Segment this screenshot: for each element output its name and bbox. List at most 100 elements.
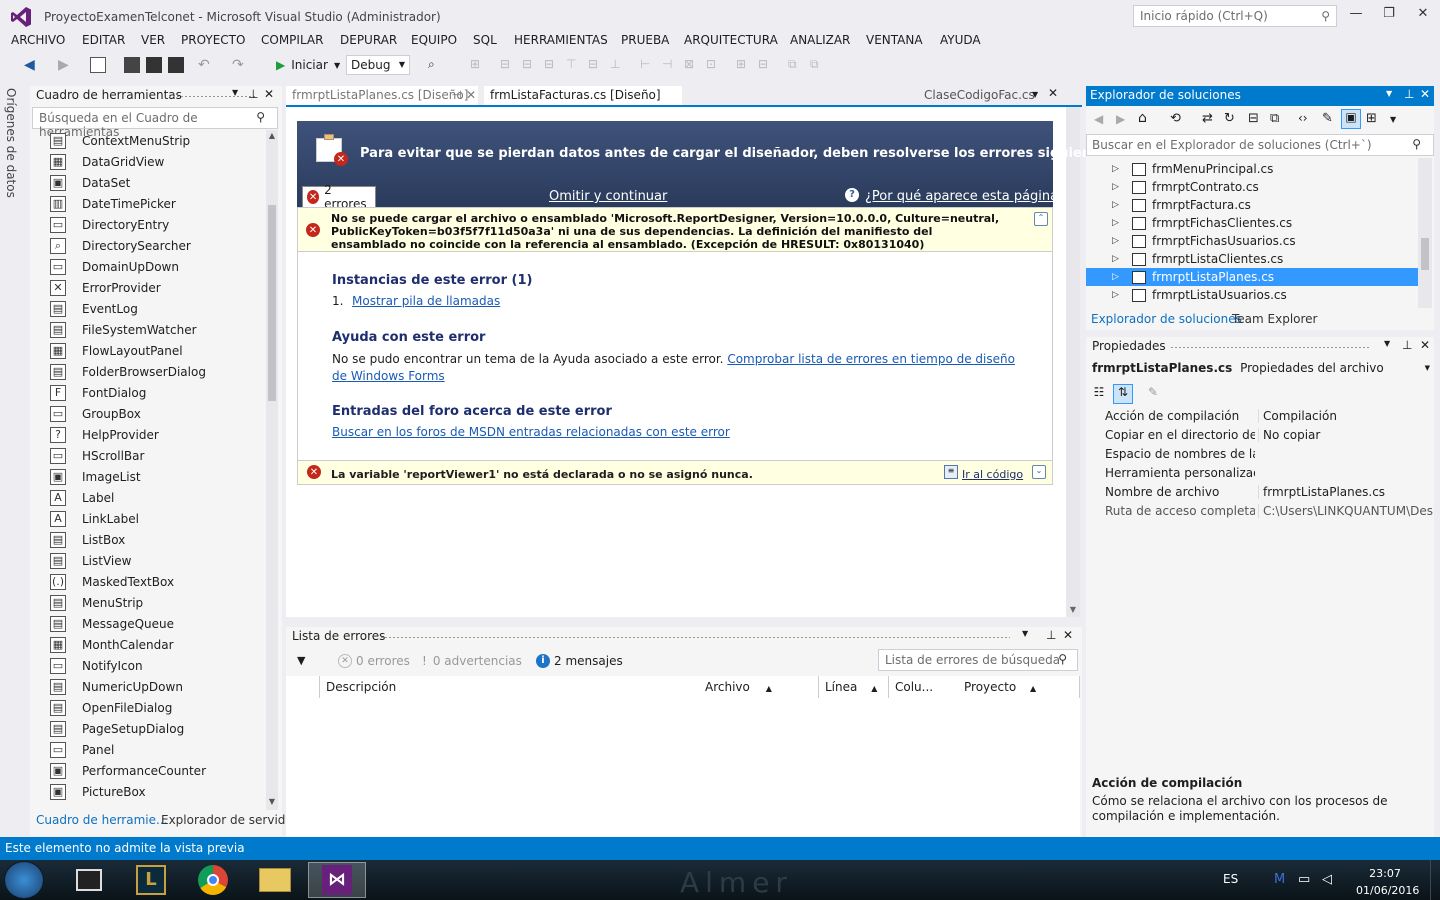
expand-arrow-icon[interactable]: ▷ bbox=[1112, 218, 1122, 228]
show-callstack-link[interactable]: Mostrar pila de llamadas bbox=[352, 294, 500, 308]
tab-server-explorer[interactable]: Explorador de servid... bbox=[161, 813, 297, 827]
toolbox-item[interactable]: ▤ MessageQueue bbox=[50, 613, 260, 634]
input-language[interactable]: ES bbox=[1223, 872, 1238, 886]
property-row[interactable]: Nombre de archivo frmrptListaPlanes.cs bbox=[1090, 485, 1434, 504]
solution-item[interactable]: ▷ frmrptContrato.cs bbox=[1086, 178, 1418, 196]
malwarebytes-icon[interactable]: M bbox=[1274, 872, 1285, 887]
solution-item[interactable]: ▷ frmrptFactura.cs bbox=[1086, 196, 1418, 214]
back-icon[interactable]: ◀ bbox=[1094, 112, 1103, 126]
open-file-icon[interactable] bbox=[124, 57, 140, 73]
solution-config-select[interactable]: Debug ▼ bbox=[346, 55, 410, 75]
chevron-down-icon[interactable]: ▼ bbox=[1390, 115, 1396, 124]
close-icon[interactable]: ✕ bbox=[1048, 86, 1058, 100]
pin-icon[interactable]: ⊥ bbox=[1404, 87, 1414, 101]
chevron-down-icon[interactable]: ▼ bbox=[1384, 339, 1390, 348]
toolbox-item[interactable]: ▤ FileSystemWatcher bbox=[50, 319, 260, 340]
property-row[interactable]: Acción de compilación Compilación bbox=[1090, 409, 1434, 428]
toolbox-item[interactable]: F FontDialog bbox=[50, 382, 260, 403]
toolbox-item[interactable]: ▣ PerformanceCounter bbox=[50, 760, 260, 781]
tab-toolbox[interactable]: Cuadro de herramie... bbox=[36, 813, 167, 827]
expand-arrow-icon[interactable]: ▷ bbox=[1112, 236, 1122, 246]
solution-item[interactable]: ▷ frmrptFichasUsuarios.cs bbox=[1086, 232, 1418, 250]
menu-ayuda[interactable]: AYUDA bbox=[940, 33, 981, 47]
home-icon[interactable]: ⌂ bbox=[1138, 110, 1147, 126]
solution-item[interactable]: ▷ frmrptFichasClientes.cs bbox=[1086, 214, 1418, 232]
collapse-all-icon[interactable]: ⊟ bbox=[1248, 111, 1259, 126]
chevron-down-icon[interactable]: ▼ bbox=[232, 88, 238, 97]
warnings-filter[interactable]: ! 0 advertencias bbox=[422, 654, 522, 668]
toolbox-item[interactable]: ▤ ContextMenuStrip bbox=[50, 130, 260, 151]
collapse-icon[interactable]: ⌃ bbox=[1034, 212, 1048, 226]
toolbox-item[interactable]: ▤ MenuStrip bbox=[50, 592, 260, 613]
toolbox-item[interactable]: ▦ MonthCalendar bbox=[50, 634, 260, 655]
menu-prueba[interactable]: PRUEBA bbox=[621, 33, 669, 47]
property-row[interactable]: Herramienta personalizada bbox=[1090, 466, 1434, 485]
toolbox-item[interactable]: ▭ NotifyIcon bbox=[50, 655, 260, 676]
toolbox-item[interactable]: ▤ PageSetupDialog bbox=[50, 718, 260, 739]
expand-arrow-icon[interactable]: ▷ bbox=[1112, 200, 1122, 210]
menu-editar[interactable]: EDITAR bbox=[82, 33, 125, 47]
toolbox-item[interactable]: ▭ HScrollBar bbox=[50, 445, 260, 466]
toolbox-item[interactable]: ▤ OpenFileDialog bbox=[50, 697, 260, 718]
column-description[interactable]: Descripción bbox=[320, 676, 700, 698]
network-icon[interactable]: ▭ bbox=[1298, 872, 1310, 887]
start-button[interactable] bbox=[4, 861, 44, 899]
menu-proyecto[interactable]: PROYECTO bbox=[181, 33, 245, 47]
save-icon[interactable] bbox=[146, 57, 162, 73]
menu-equipo[interactable]: EQUIPO bbox=[411, 33, 457, 47]
taskbar-visualstudio-app[interactable]: ⋈ bbox=[308, 862, 366, 898]
minimize-button[interactable]: — bbox=[1345, 6, 1367, 24]
pending-changes-icon[interactable]: ⟲ bbox=[1170, 111, 1181, 126]
find-icon[interactable]: ⌕ bbox=[428, 57, 444, 73]
why-page-link[interactable]: ¿Por qué aparece esta página? bbox=[865, 189, 1065, 204]
column-project[interactable]: Proyecto ▲ bbox=[958, 676, 1080, 698]
solution-scroll-thumb[interactable] bbox=[1421, 238, 1429, 270]
toolbox-item[interactable]: ▦ FlowLayoutPanel bbox=[50, 340, 260, 361]
quick-launch-input[interactable]: Inicio rápido (Ctrl+Q) ⚲ bbox=[1133, 5, 1337, 27]
pin-icon[interactable]: ⊣ bbox=[452, 88, 462, 102]
toolbox-item[interactable]: ▤ EventLog bbox=[50, 298, 260, 319]
toolbox-item[interactable]: ▤ NumericUpDown bbox=[50, 676, 260, 697]
sync-icon[interactable]: ⇄ bbox=[1202, 111, 1213, 126]
filter-icon[interactable]: ▼ bbox=[297, 654, 305, 667]
restore-button[interactable]: ❐ bbox=[1378, 6, 1400, 24]
messages-filter[interactable]: i 2 mensajes bbox=[536, 654, 623, 668]
properties-icon[interactable]: ✎ bbox=[1322, 111, 1333, 126]
save-all-icon[interactable] bbox=[168, 57, 184, 73]
toolbox-item[interactable]: ▭ Panel bbox=[50, 739, 260, 760]
tab-frmlistafacturas[interactable]: frmListaFacturas.cs [Diseño] bbox=[484, 86, 682, 106]
toolbox-item[interactable]: ▭ DirectoryEntry bbox=[50, 214, 260, 235]
menu-sql[interactable]: SQL bbox=[473, 33, 497, 47]
chevron-down-icon[interactable]: ▼ bbox=[1386, 89, 1392, 98]
close-icon[interactable]: ✕ bbox=[1063, 628, 1073, 642]
toolbox-item[interactable]: ? HelpProvider bbox=[50, 424, 260, 445]
back-icon[interactable]: ◀ bbox=[24, 57, 40, 73]
taskbar-chrome-app[interactable] bbox=[184, 862, 242, 898]
scroll-down-icon[interactable]: ▼ bbox=[266, 797, 278, 806]
solution-item[interactable]: ▷ frmrptListaClientes.cs bbox=[1086, 250, 1418, 268]
property-pages-icon[interactable]: ✎ bbox=[1144, 385, 1162, 403]
menu-archivo[interactable]: ARCHIVO bbox=[11, 33, 65, 47]
error-list-search[interactable]: Lista de errores de búsqueda ⚲ bbox=[878, 649, 1078, 671]
solution-item[interactable]: ▷ frmrptListaPlanes.cs bbox=[1086, 268, 1418, 286]
menu-ver[interactable]: VER bbox=[141, 33, 165, 47]
designer-scrollbar[interactable] bbox=[1066, 107, 1080, 617]
expand-arrow-icon[interactable]: ▷ bbox=[1112, 182, 1122, 192]
skip-and-continue-link[interactable]: Omitir y continuar bbox=[549, 189, 667, 204]
solution-item[interactable]: ▷ frmMenuPrincipal.cs bbox=[1086, 160, 1418, 178]
properties-object-selector[interactable]: frmrptListaPlanes.cs Propiedades del arc… bbox=[1092, 361, 1430, 375]
error-count-tab[interactable]: ✕ 2 errores bbox=[302, 183, 376, 211]
taskbar-explorer-app[interactable] bbox=[246, 862, 304, 898]
toolbox-search[interactable]: Búsqueda en el Cuadro de herramientas ⚲ bbox=[32, 107, 278, 139]
toolbox-item[interactable]: ▭ GroupBox bbox=[50, 403, 260, 424]
expand-arrow-icon[interactable]: ▷ bbox=[1112, 272, 1122, 282]
menu-ventana[interactable]: VENTANA bbox=[866, 33, 923, 47]
go-to-code-link[interactable]: Ir al código bbox=[962, 468, 1023, 481]
menu-herramientas[interactable]: HERRAMIENTAS bbox=[514, 33, 608, 47]
tab-frmrptlistaplanes[interactable]: frmrptListaPlanes.cs [Diseño] ⊣ ✕ bbox=[286, 86, 478, 106]
column-file[interactable]: Archivo ▲ bbox=[699, 676, 819, 698]
toolbox-item[interactable]: ✕ ErrorProvider bbox=[50, 277, 260, 298]
msdn-forum-link[interactable]: Buscar en los foros de MSDN entradas rel… bbox=[332, 425, 730, 439]
redo-icon[interactable]: ↷ bbox=[232, 57, 248, 73]
toolbox-item[interactable]: ▤ ListBox bbox=[50, 529, 260, 550]
